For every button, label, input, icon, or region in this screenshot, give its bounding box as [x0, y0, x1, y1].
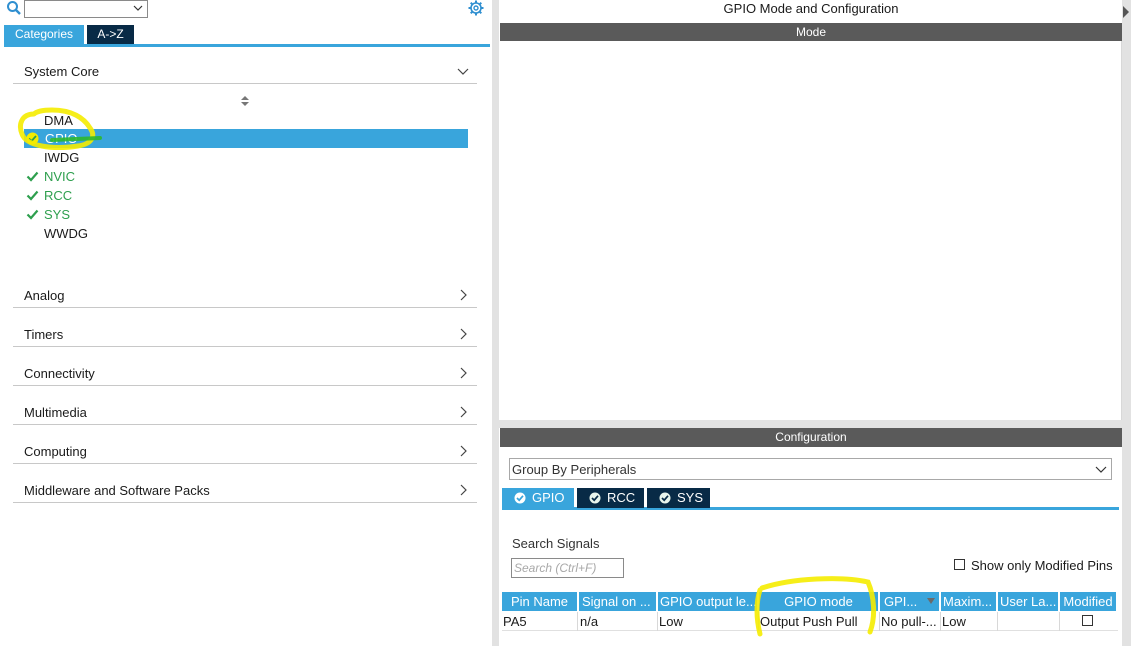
- view-tab-bar: Categories A->Z: [4, 25, 490, 47]
- chevron-right-icon[interactable]: [457, 445, 469, 457]
- cell-gpio-pull[interactable]: No pull-...: [880, 612, 941, 631]
- peripheral-label: WWDG: [44, 226, 89, 241]
- category-timers[interactable]: Timers: [13, 323, 477, 347]
- configuration-header: Configuration: [500, 428, 1122, 447]
- tab-a-to-z[interactable]: A->Z: [87, 25, 134, 44]
- peripheral-item-rcc[interactable]: RCC: [24, 186, 468, 205]
- search-placeholder: Search (Ctrl+F): [514, 561, 597, 575]
- column-header-pin-name[interactable]: Pin Name: [502, 592, 578, 611]
- column-header-output-level[interactable]: GPIO output le...: [658, 592, 758, 611]
- checkbox[interactable]: [954, 559, 965, 570]
- tab-label: RCC: [607, 490, 636, 505]
- categories-panel: Categories A->Z System Core DMA GPIO IWD…: [0, 0, 492, 646]
- mode-configuration-panel: GPIO Mode and Configuration Mode Configu…: [499, 0, 1131, 646]
- cell-max-speed[interactable]: Low: [941, 612, 998, 631]
- panel-title: GPIO Mode and Configuration: [723, 1, 899, 16]
- check-icon: [26, 171, 39, 182]
- config-tab-bar: GPIO RCC SYS: [502, 488, 1119, 510]
- chevron-right-icon[interactable]: [457, 484, 469, 496]
- mode-area: [500, 41, 1122, 420]
- modified-checkbox[interactable]: [1082, 615, 1093, 626]
- category-connectivity[interactable]: Connectivity: [13, 362, 477, 386]
- gear-icon[interactable]: [467, 0, 485, 16]
- peripheral-item-nvic[interactable]: NVIC: [24, 167, 468, 186]
- check-icon: [26, 190, 39, 201]
- peripheral-label: RCC: [44, 188, 73, 203]
- category-label: Middleware and Software Packs: [24, 483, 210, 498]
- tab-label: SYS: [677, 490, 704, 505]
- peripheral-item-sys[interactable]: SYS: [24, 205, 468, 224]
- horizontal-splitter[interactable]: [499, 420, 1123, 428]
- tab-label: GPIO: [532, 490, 565, 505]
- panel-splitter[interactable]: [492, 0, 499, 646]
- category-label: System Core: [24, 64, 100, 79]
- check-circle-icon: [659, 492, 671, 504]
- category-computing[interactable]: Computing: [13, 440, 477, 464]
- check-circle-icon: [514, 492, 526, 504]
- sort-down-icon: [927, 598, 935, 604]
- search-icon[interactable]: [6, 0, 22, 16]
- group-by-value: Group By Peripherals: [512, 462, 637, 477]
- category-analog[interactable]: Analog: [13, 284, 477, 308]
- search-signals-input[interactable]: Search (Ctrl+F): [511, 558, 624, 578]
- column-header-gpio-pull[interactable]: GPI...: [880, 592, 940, 611]
- chevron-down-icon[interactable]: [1095, 463, 1107, 475]
- mode-header: Mode: [500, 23, 1122, 41]
- tab-categories[interactable]: Categories: [4, 25, 84, 44]
- category-multimedia[interactable]: Multimedia: [13, 401, 477, 425]
- category-label: Analog: [24, 288, 65, 303]
- cell-signal[interactable]: n/a: [579, 612, 658, 631]
- category-label: Connectivity: [24, 366, 95, 381]
- chevron-right-icon[interactable]: [457, 367, 469, 379]
- column-header-max-speed[interactable]: Maxim...: [941, 592, 997, 611]
- tab-gpio[interactable]: GPIO: [502, 488, 574, 508]
- column-label: GPI...: [884, 594, 918, 609]
- column-header-modified[interactable]: Modified: [1060, 592, 1117, 611]
- cell-modified[interactable]: [1060, 612, 1118, 631]
- checkbox-label: Show only Modified Pins: [971, 558, 1113, 573]
- search-combobox[interactable]: [24, 0, 148, 18]
- chevron-right-icon[interactable]: [457, 289, 469, 301]
- chevron-right-icon[interactable]: [457, 406, 469, 418]
- collapse-arrow-icon[interactable]: [1123, 6, 1129, 18]
- category-label: Multimedia: [24, 405, 87, 420]
- chevron-down-icon[interactable]: [457, 65, 469, 77]
- peripheral-label: SYS: [44, 207, 71, 222]
- check-circle-icon: [589, 492, 601, 504]
- highlight-annotation: [754, 576, 877, 637]
- search-signals-label: Search Signals: [512, 536, 600, 551]
- cell-pin-name[interactable]: PA5: [502, 612, 578, 631]
- tab-rcc[interactable]: RCC: [577, 488, 644, 508]
- group-by-select[interactable]: Group By Peripherals: [509, 458, 1112, 480]
- tab-sys[interactable]: SYS: [647, 488, 710, 508]
- cell-output-level[interactable]: Low: [658, 612, 759, 631]
- sort-arrows-icon[interactable]: [240, 95, 250, 107]
- category-middleware[interactable]: Middleware and Software Packs: [13, 479, 477, 503]
- chevron-down-icon[interactable]: [132, 2, 144, 14]
- check-icon: [26, 209, 39, 220]
- peripheral-item-wwdg[interactable]: WWDG: [24, 224, 468, 243]
- category-system-core[interactable]: System Core: [13, 60, 477, 84]
- highlight-annotation: [18, 107, 102, 150]
- column-header-signal[interactable]: Signal on ...: [579, 592, 657, 611]
- category-label: Timers: [24, 327, 64, 342]
- right-scrollbar[interactable]: [1122, 0, 1131, 646]
- column-header-user-label[interactable]: User La...: [998, 592, 1059, 611]
- category-label: Computing: [24, 444, 87, 459]
- chevron-right-icon[interactable]: [457, 328, 469, 340]
- peripheral-label: NVIC: [44, 169, 76, 184]
- cell-user-label[interactable]: [998, 612, 1060, 631]
